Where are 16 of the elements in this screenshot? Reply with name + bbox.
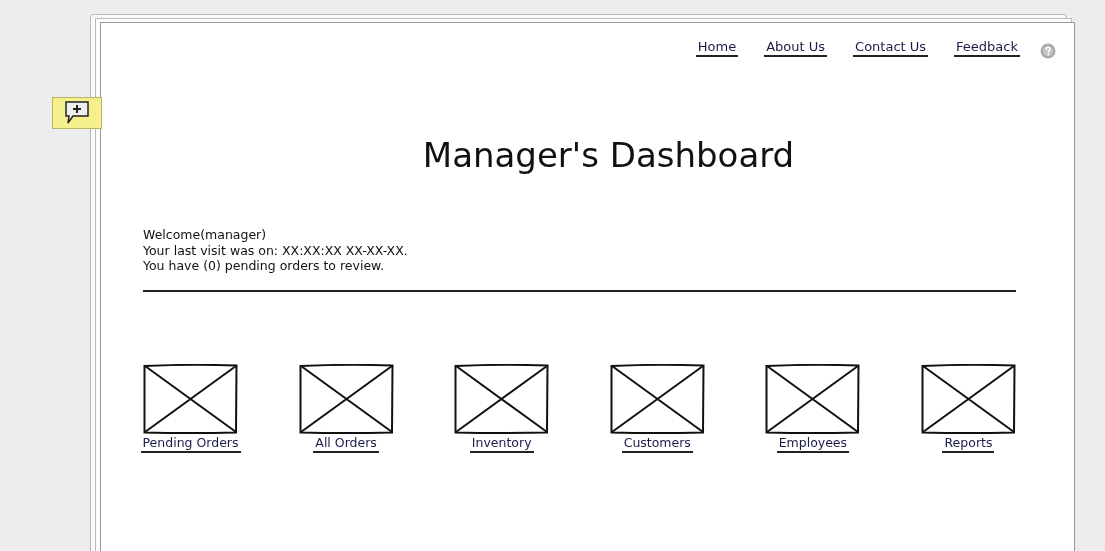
welcome-text: Welcome(manager) [143, 227, 268, 243]
tile-link[interactable]: All Orders [313, 435, 379, 453]
tile-link[interactable]: Customers [621, 435, 693, 453]
welcome-text: Your last visit was on: XX:XX:XX XX-XX-XX. [143, 242, 409, 258]
comment-add-icon [63, 100, 91, 126]
add-comment-note[interactable] [52, 97, 102, 129]
tile-link[interactable]: Employees [776, 435, 850, 453]
tile-link[interactable]: Reports [942, 435, 995, 453]
nav-link[interactable]: About Us [764, 39, 828, 57]
page-title: Manager's Dashboard [421, 135, 796, 175]
welcome-text: You have (0) pending orders to review. [143, 258, 386, 274]
nav-link[interactable]: Feedback [954, 39, 1020, 57]
nav-link[interactable]: Home [695, 39, 739, 57]
tile-link[interactable]: Pending Orders [140, 435, 241, 453]
tile-link[interactable]: Inventory [469, 435, 534, 453]
nav-link[interactable]: Contact Us [853, 39, 929, 57]
